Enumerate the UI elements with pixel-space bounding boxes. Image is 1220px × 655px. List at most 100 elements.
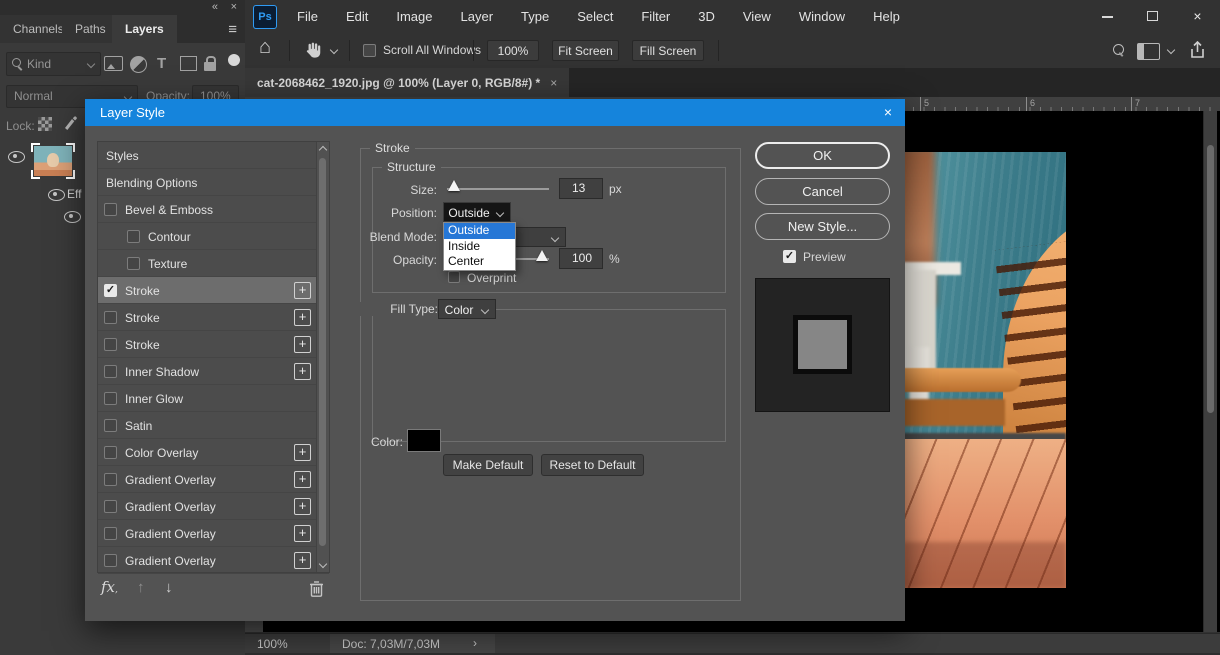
maximize-button[interactable] — [1130, 0, 1175, 33]
fit-screen-button[interactable]: Fit Screen — [552, 40, 619, 61]
search-icon[interactable] — [1113, 44, 1124, 55]
close-document-icon[interactable]: × — [550, 76, 557, 90]
effect-checkbox[interactable] — [104, 473, 117, 486]
style-row-stroke[interactable]: Stroke + — [98, 304, 329, 331]
effect-checkbox[interactable]: ✓ — [104, 284, 117, 297]
lock-paint-brush-icon[interactable] — [62, 115, 78, 131]
menu-layer[interactable]: Layer — [447, 0, 508, 33]
home-icon[interactable]: ⌂ — [259, 36, 271, 59]
ok-button[interactable]: OK — [755, 142, 890, 169]
effect-checkbox[interactable] — [127, 257, 140, 270]
size-slider-thumb[interactable] — [448, 180, 460, 191]
dialog-title-bar[interactable]: Layer Style × — [85, 99, 905, 126]
style-row-stroke[interactable]: ✓ Stroke + — [98, 277, 329, 304]
style-row-color-overlay[interactable]: Color Overlay + — [98, 439, 329, 466]
tab-layers[interactable]: Layers — [112, 15, 177, 43]
hand-tool-chevron-icon[interactable] — [329, 45, 339, 55]
size-input[interactable]: 13 — [559, 178, 603, 199]
filter-smart-objects-icon[interactable] — [204, 56, 216, 71]
delete-effect-trash-icon[interactable] — [309, 580, 324, 597]
effect-checkbox[interactable] — [104, 392, 117, 405]
move-effect-up-button[interactable]: ↑ — [137, 579, 145, 596]
effect-checkbox[interactable] — [104, 419, 117, 432]
layer-thumbnail[interactable] — [31, 143, 75, 179]
lock-transparency-icon[interactable] — [38, 117, 52, 131]
reset-to-default-button[interactable]: Reset to Default — [541, 454, 644, 476]
add-effect-instance-button[interactable]: + — [294, 471, 311, 488]
style-row-satin[interactable]: Satin — [98, 412, 329, 439]
layer-visibility-eye-icon[interactable] — [8, 151, 25, 163]
effects-visibility-eye-icon[interactable] — [48, 189, 65, 201]
effect-checkbox[interactable] — [104, 527, 117, 540]
effect-checkbox[interactable] — [104, 338, 117, 351]
style-row-gradient-overlay[interactable]: Gradient Overlay + — [98, 547, 329, 574]
add-effect-fx-button[interactable]: fx‚ — [101, 578, 118, 596]
menu-help[interactable]: Help — [859, 0, 914, 33]
workspace-chevron-icon[interactable] — [1166, 45, 1176, 55]
menu-edit[interactable]: Edit — [332, 0, 382, 33]
add-effect-instance-button[interactable]: + — [294, 309, 311, 326]
fill-screen-button[interactable]: Fill Screen — [632, 40, 704, 61]
menu-filter[interactable]: Filter — [627, 0, 684, 33]
size-slider[interactable] — [447, 188, 549, 190]
status-zoom-level[interactable]: 100% — [257, 637, 288, 651]
add-effect-instance-button[interactable]: + — [294, 498, 311, 515]
menu-3d[interactable]: 3D — [684, 0, 729, 33]
position-dropdown[interactable]: Outside — [443, 202, 511, 222]
position-option-center[interactable]: Center — [444, 254, 515, 270]
scroll-down-icon[interactable] — [318, 559, 328, 569]
close-panel-icon[interactable]: × — [231, 0, 237, 14]
effect-checkbox[interactable] — [104, 554, 117, 567]
close-window-button[interactable]: × — [1175, 0, 1220, 33]
vertical-scrollbar[interactable] — [1203, 111, 1217, 632]
collapse-panel-icon[interactable]: « — [212, 0, 218, 14]
effect-checkbox[interactable] — [104, 365, 117, 378]
menu-image[interactable]: Image — [382, 0, 446, 33]
hand-tool-icon[interactable] — [303, 41, 322, 60]
effect-checkbox[interactable] — [104, 203, 117, 216]
style-row-inner-shadow[interactable]: Inner Shadow + — [98, 358, 329, 385]
filter-adjustment-layers-icon[interactable] — [130, 56, 147, 73]
filter-pixel-layers-icon[interactable] — [104, 56, 123, 71]
add-effect-instance-button[interactable]: + — [294, 282, 311, 299]
overprint-checkbox[interactable] — [448, 271, 460, 283]
add-effect-instance-button[interactable]: + — [294, 552, 311, 569]
scroll-up-icon[interactable] — [318, 145, 328, 155]
menu-file[interactable]: File — [283, 0, 332, 33]
opacity-input[interactable]: 100 — [559, 248, 603, 269]
opacity-slider-thumb[interactable] — [536, 250, 548, 261]
tab-paths[interactable]: Paths — [62, 15, 119, 43]
menu-view[interactable]: View — [729, 0, 785, 33]
layer-filter-search[interactable]: Kind — [6, 52, 101, 76]
document-tab[interactable]: cat-2068462_1920.jpg @ 100% (Layer 0, RG… — [245, 68, 570, 97]
scroll-all-windows-checkbox[interactable] — [363, 44, 376, 57]
preview-checkbox[interactable]: ✓ — [783, 250, 796, 263]
dialog-close-icon[interactable]: × — [884, 104, 892, 120]
effect-checkbox[interactable] — [104, 500, 117, 513]
style-row-styles[interactable]: Styles — [98, 142, 329, 169]
make-default-button[interactable]: Make Default — [443, 454, 533, 476]
style-row-gradient-overlay[interactable]: Gradient Overlay + — [98, 466, 329, 493]
filter-shape-layers-icon[interactable] — [180, 56, 197, 71]
add-effect-instance-button[interactable]: + — [294, 363, 311, 380]
effect-checkbox[interactable] — [104, 311, 117, 324]
effect-checkbox[interactable] — [127, 230, 140, 243]
stroke-color-swatch[interactable] — [407, 429, 441, 452]
menu-select[interactable]: Select — [563, 0, 627, 33]
new-style-button[interactable]: New Style... — [755, 213, 890, 240]
move-effect-down-button[interactable]: ↓ — [165, 579, 173, 596]
cancel-button[interactable]: Cancel — [755, 178, 890, 205]
add-effect-instance-button[interactable]: + — [294, 525, 311, 542]
stroke-effect-eye-icon[interactable] — [64, 211, 81, 223]
zoom-100-button[interactable]: 100% — [487, 40, 539, 61]
style-row-gradient-overlay[interactable]: Gradient Overlay + — [98, 493, 329, 520]
effect-checkbox[interactable] — [104, 446, 117, 459]
position-option-outside[interactable]: Outside — [444, 223, 515, 239]
minimize-button[interactable] — [1085, 0, 1130, 33]
position-option-inside[interactable]: Inside — [444, 239, 515, 255]
filter-toggle-icon[interactable] — [228, 54, 240, 66]
share-icon[interactable] — [1189, 41, 1206, 59]
style-row-stroke[interactable]: Stroke + — [98, 331, 329, 358]
filter-type-layers-icon[interactable]: T — [157, 56, 166, 71]
panel-menu-icon[interactable]: ≡ — [228, 21, 237, 38]
